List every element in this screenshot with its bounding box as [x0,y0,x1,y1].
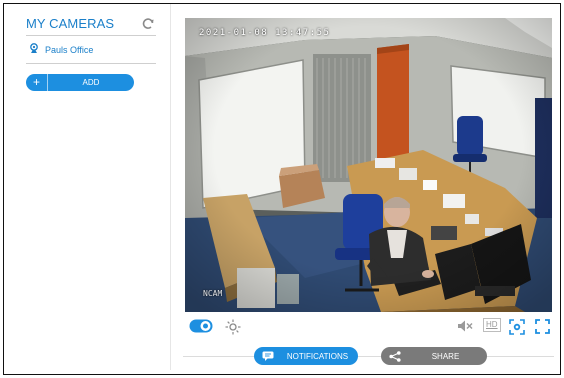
hd-quality-button[interactable]: HD [483,318,501,332]
camera-icon [29,41,39,59]
snapshot-icon[interactable] [509,319,525,335]
sidebar-title: MY CAMERAS [26,16,115,31]
chat-icon [259,349,277,363]
notifications-label: NOTIFICATIONS [286,351,349,361]
share-label: SHARE [431,351,460,361]
plus-icon: + [26,74,48,91]
camera-list-item[interactable]: Pauls Office [26,36,156,64]
controls-divider [183,356,554,357]
sidebar-header: MY CAMERAS [26,14,156,36]
video-timestamp: 2021-01-08 13:47:55 [199,28,331,38]
share-icon [386,349,404,363]
video-watermark: NCAM [203,289,223,298]
add-camera-button[interactable]: + ADD [26,74,134,91]
video-controls: HD [185,317,552,337]
office-scene [185,18,552,312]
camera-video-feed[interactable]: 2021-01-08 13:47:55 NCAM [185,18,552,312]
notifications-button[interactable]: NOTIFICATIONS [254,347,358,365]
hd-label: HD [483,318,501,332]
add-button-label: ADD [82,78,100,87]
share-button[interactable]: SHARE [381,347,487,365]
fullscreen-icon[interactable] [535,319,550,334]
mute-icon[interactable] [457,319,473,333]
live-toggle-switch[interactable] [189,319,213,333]
refresh-icon[interactable] [140,16,156,32]
sidebar-divider [170,4,171,370]
camera-label: Pauls Office [45,44,94,55]
brightness-icon[interactable] [225,319,241,335]
sidebar: MY CAMERAS Pauls Office + ADD [26,14,156,91]
